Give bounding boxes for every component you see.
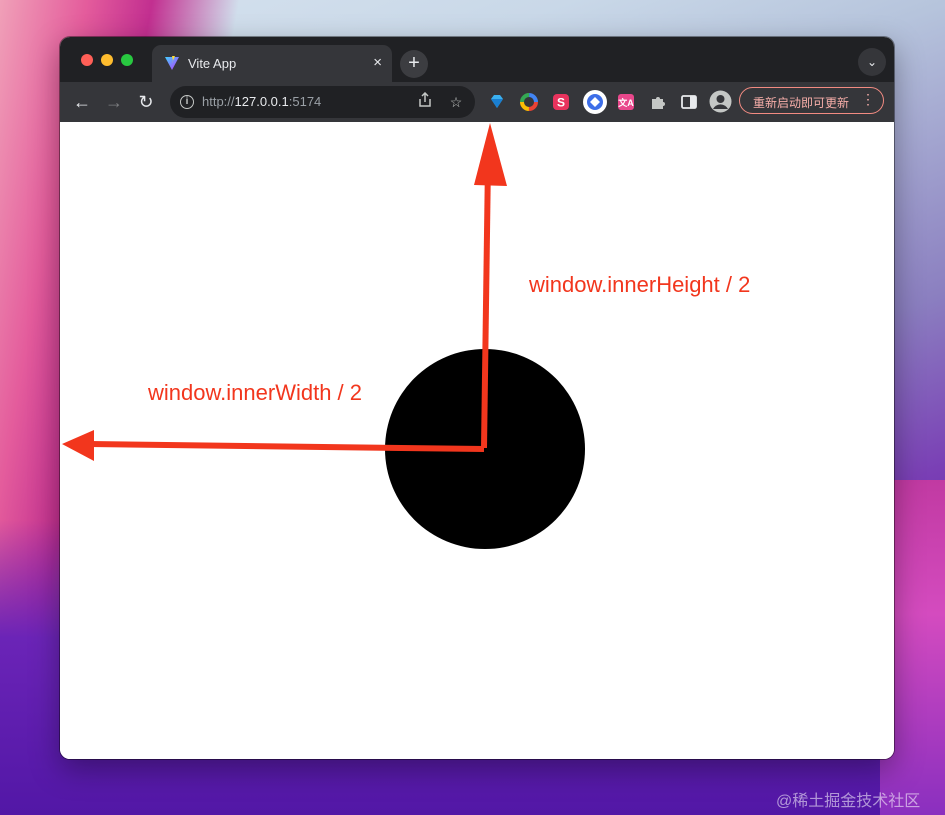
reload-button[interactable]: ↻ — [133, 89, 159, 115]
bookmark-star-icon[interactable]: ☆ — [446, 92, 466, 112]
watermark: @稀土掘金技术社区 — [776, 793, 921, 810]
page-content: window.innerHeight / 2 window.innerWidth… — [60, 122, 894, 759]
tab-search-button[interactable]: ⌄ — [858, 48, 886, 76]
forward-button[interactable]: → — [101, 89, 127, 115]
target-extension-icon[interactable] — [582, 89, 608, 115]
horizontal-arrow-shaft — [89, 441, 485, 452]
url-host: 127.0.0.1 — [234, 94, 289, 109]
tab-vite-app[interactable]: Vite App × — [152, 45, 392, 82]
s-extension-icon[interactable]: S — [551, 92, 571, 112]
toolbar: ← → ↻ i http://127.0.0.1:5174 ☆ S 文A 重新启… — [60, 82, 894, 122]
address-url[interactable]: http://127.0.0.1:5174 — [202, 94, 321, 109]
color-wheel-extension-icon[interactable] — [519, 92, 539, 112]
new-tab-button[interactable]: + — [400, 50, 428, 78]
side-panel-icon[interactable] — [679, 92, 699, 112]
address-bar[interactable]: i http://127.0.0.1:5174 ☆ — [170, 86, 475, 118]
tab-close-icon[interactable]: × — [373, 54, 382, 72]
share-icon[interactable] — [415, 91, 435, 112]
tab-title: Vite App — [188, 56, 237, 71]
profile-avatar-icon[interactable] — [709, 90, 732, 113]
vite-logo-icon — [165, 56, 179, 70]
back-button[interactable]: ← — [69, 89, 95, 115]
tab-strip: Vite App × + ⌄ — [60, 37, 894, 82]
svg-text:文A: 文A — [617, 97, 634, 108]
more-menu-icon[interactable]: ⋮ — [861, 91, 875, 108]
translate-extension-icon[interactable]: 文A — [616, 92, 636, 112]
site-info-icon[interactable]: i — [180, 95, 194, 109]
extensions-puzzle-icon[interactable] — [648, 92, 668, 112]
window-controls — [81, 54, 133, 66]
close-window-button[interactable] — [81, 54, 93, 66]
vertical-arrow-shaft — [481, 161, 491, 449]
update-label: 重新启动即可更新 — [753, 96, 850, 110]
browser-window: Vite App × + ⌄ ← → ↻ i http://127.0.0.1:… — [60, 37, 894, 759]
up-arrowhead-icon — [474, 123, 507, 186]
maximize-window-button[interactable] — [121, 54, 133, 66]
left-arrowhead-icon — [62, 430, 94, 461]
minimize-window-button[interactable] — [101, 54, 113, 66]
gem-extension-icon[interactable] — [487, 92, 507, 112]
url-scheme: http:// — [202, 94, 235, 109]
update-chrome-button[interactable]: 重新启动即可更新 ⋮ — [739, 87, 884, 114]
annotation-arrows — [62, 123, 507, 461]
url-port: :5174 — [288, 94, 322, 109]
svg-text:S: S — [557, 96, 565, 110]
